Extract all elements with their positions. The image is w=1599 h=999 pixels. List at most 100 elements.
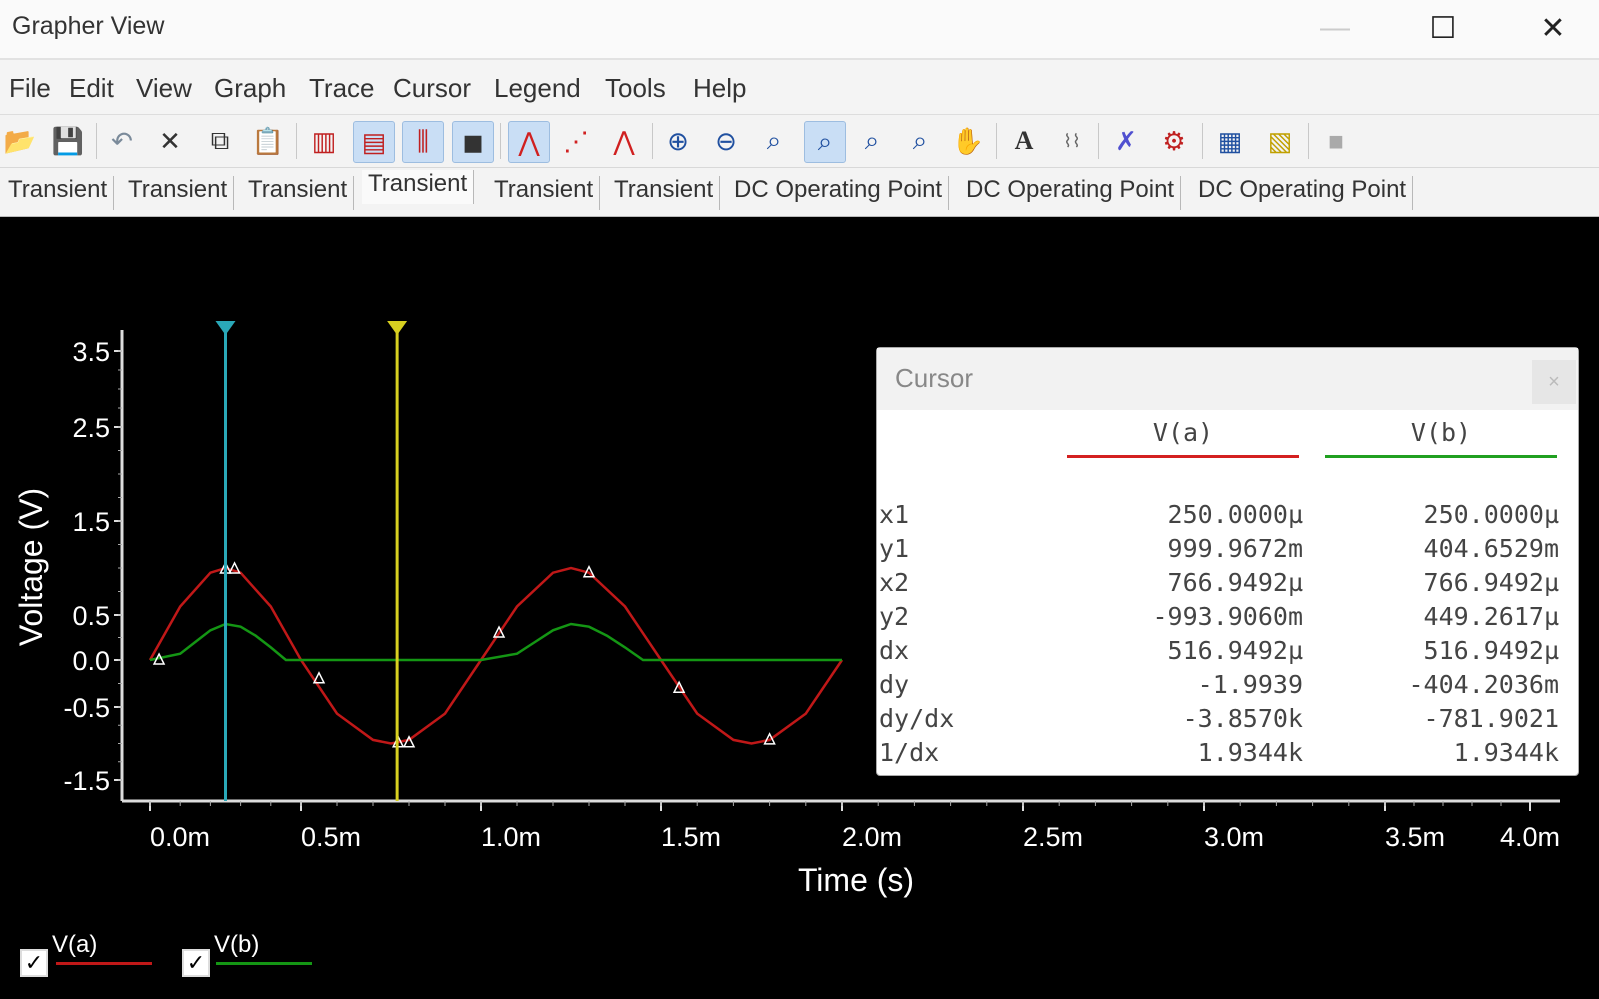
tab-transient-4[interactable]: Transient [362, 170, 475, 204]
menu-bar: File Edit View Graph Trace Cursor Legend… [0, 60, 1599, 115]
tab-dc-operating-point-3[interactable]: DC Operating Point [1192, 176, 1414, 210]
cursor-panel[interactable]: Cursor × V(a) V(b) x1 250.0000µ 250.0000µ … [876, 347, 1579, 776]
row-label: x2 [879, 568, 910, 597]
tab-dc-operating-point-2[interactable]: DC Operating Point [960, 176, 1182, 210]
row-value-vb: 516.9492µ [1423, 636, 1559, 665]
row-value-va: 999.9672m [1167, 534, 1303, 563]
zoom-out-icon[interactable]: ⊖ [706, 121, 746, 161]
x-tick-label: 3.5m [1385, 822, 1445, 852]
row-value-vb: -781.9021 [1423, 704, 1559, 733]
zoom-y-icon[interactable]: ⌕ [852, 121, 892, 161]
cursor-panel-title: Cursor [895, 363, 974, 393]
menu-legend[interactable]: Legend [494, 73, 581, 104]
zoom-area-icon[interactable]: ⌕ [754, 121, 794, 161]
save-icon[interactable]: 💾 [48, 121, 88, 161]
menu-tools[interactable]: Tools [605, 73, 666, 104]
y-tick-label: -1.5 [63, 766, 110, 796]
cursor-row-dy: dy -1.9939 -404.2036m [879, 670, 1569, 704]
toolbar-separator [500, 123, 501, 159]
x-tick-label: 1.0m [481, 822, 541, 852]
zoom-in-icon[interactable]: ⊕ [658, 121, 698, 161]
row-value-va: 516.9492µ [1167, 636, 1303, 665]
menu-cursor[interactable]: Cursor [393, 73, 471, 104]
legend-label-vb: V(b) [214, 931, 260, 958]
pan-hand-icon[interactable]: ✋ [948, 121, 988, 161]
cursor-panel-titlebar[interactable]: Cursor × [877, 348, 1578, 410]
window-title: Grapher View [12, 12, 165, 40]
trace-style-icon[interactable]: ✗ [1106, 121, 1146, 161]
toolbar-separator [96, 123, 97, 159]
zoom-x-icon[interactable]: ⌕ [804, 121, 846, 163]
x-axis-label: Time (s) [798, 862, 914, 898]
paste-icon[interactable]: 📋 [248, 121, 288, 161]
undo-icon[interactable]: ↶ [102, 121, 142, 161]
menu-edit[interactable]: Edit [69, 73, 114, 104]
delete-icon[interactable]: ✕ [150, 121, 190, 161]
row-label: y2 [879, 602, 910, 631]
cursor-panel-close-button[interactable]: × [1532, 360, 1576, 404]
background-toggle-icon[interactable]: ◼ [452, 121, 494, 163]
menu-file[interactable]: File [9, 73, 51, 104]
cursor-row-1-over-dx: 1/dx 1.9344k 1.9344k [879, 738, 1569, 772]
text-label-icon[interactable]: A [1004, 121, 1044, 161]
axis-label-icon[interactable]: ⌇⌇ [1052, 121, 1092, 161]
line-trace-icon[interactable]: ⋀ [508, 121, 550, 163]
tab-transient-5[interactable]: Transient [488, 176, 601, 210]
tab-dc-operating-point-1[interactable]: DC Operating Point [728, 176, 950, 210]
dots-trace-icon[interactable]: ⋰ [556, 121, 596, 161]
cursors-icon[interactable]: ⫼ [402, 121, 444, 163]
cursor-row-dydx: dy/dx -3.8570k -781.9021 [879, 704, 1569, 738]
grid-icon[interactable]: ▥ [304, 121, 344, 161]
row-label: dy/dx [879, 704, 955, 733]
toolbar-separator [1098, 123, 1099, 159]
row-value-vb: 404.6529m [1423, 534, 1559, 563]
x-tick-label: 2.5m [1023, 822, 1083, 852]
series-line-va [148, 566, 844, 745]
minimize-button[interactable]: — [1305, 4, 1365, 52]
x-tick-label: 0.5m [301, 822, 361, 852]
export-icon[interactable]: ▦ [1210, 121, 1250, 161]
y-tick-label: 0.5 [72, 601, 110, 631]
legend-checkbox-vb[interactable]: ✓ [182, 949, 210, 977]
open-icon[interactable]: 📂 [0, 121, 40, 161]
row-value-va: 1.9344k [1197, 738, 1303, 767]
close-button[interactable]: ✕ [1523, 4, 1583, 52]
line-dots-trace-icon[interactable]: ⋀ [604, 121, 644, 161]
x-tick-label: 3.0m [1204, 822, 1264, 852]
overlay-icon[interactable]: ▧ [1260, 121, 1300, 161]
tab-transient-3[interactable]: Transient [242, 176, 355, 210]
row-value-vb: 449.2617µ [1423, 602, 1559, 631]
maximize-button[interactable]: ☐ [1413, 4, 1473, 52]
tab-transient-1[interactable]: Transient [2, 176, 115, 210]
copy-icon[interactable]: ⧉ [200, 121, 240, 161]
legend-checkbox-va[interactable]: ✓ [20, 949, 48, 977]
row-value-va: -3.8570k [1182, 704, 1303, 733]
row-label: y1 [879, 534, 910, 563]
zoom-full-icon[interactable]: ⌕ [900, 121, 940, 161]
row-label: 1/dx [879, 738, 940, 767]
cursor-2-handle [387, 321, 408, 335]
toolbar-separator [1308, 123, 1309, 159]
legend-toggle-icon[interactable]: ▤ [353, 121, 395, 163]
toolbar-separator [1202, 123, 1203, 159]
row-value-va: -1.9939 [1197, 670, 1303, 699]
menu-view[interactable]: View [136, 73, 192, 104]
x-tick-label: 1.5m [661, 822, 721, 852]
tab-transient-6[interactable]: Transient [608, 176, 721, 210]
analysis-tabs: Transient Transient Transient Transient … [0, 168, 1599, 217]
row-value-va: -993.9060m [1152, 602, 1303, 631]
row-value-vb: 766.9492µ [1423, 568, 1559, 597]
properties-icon[interactable]: ⚙ [1154, 121, 1194, 161]
series-line-vb [149, 622, 842, 662]
stop-icon[interactable]: ■ [1316, 121, 1356, 161]
row-label: x1 [879, 500, 910, 529]
row-value-vb: 250.0000µ [1423, 500, 1559, 529]
y-tick-label: 3.5 [72, 337, 110, 367]
tab-transient-2[interactable]: Transient [122, 176, 235, 210]
menu-graph[interactable]: Graph [214, 73, 286, 104]
menu-trace[interactable]: Trace [309, 73, 375, 104]
legend-line-va [56, 962, 152, 965]
menu-help[interactable]: Help [693, 73, 746, 104]
cursor-row-x1: x1 250.0000µ 250.0000µ [879, 500, 1569, 534]
y-tick-label: 0.0 [72, 646, 110, 676]
